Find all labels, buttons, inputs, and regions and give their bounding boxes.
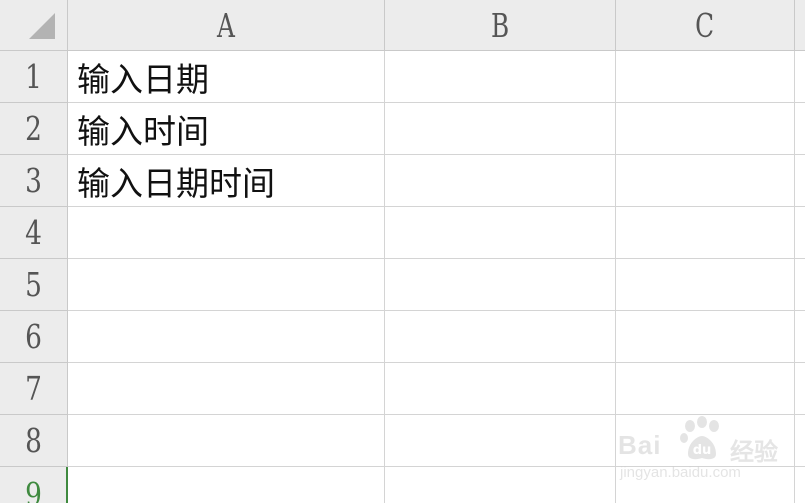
row-header-label: 4 [25, 213, 42, 252]
cell-c6[interactable] [616, 311, 795, 363]
row-header-8[interactable]: 8 [0, 415, 68, 467]
cell-c3[interactable] [616, 155, 795, 207]
cell-b2[interactable] [385, 103, 616, 155]
column-header-label: C [695, 5, 715, 45]
cell-c1[interactable] [616, 51, 795, 103]
column-header-a[interactable]: A [68, 0, 385, 51]
row-header-1[interactable]: 1 [0, 51, 68, 103]
cell-d9[interactable] [795, 467, 805, 503]
select-all-triangle-icon [29, 13, 55, 39]
cell-c8[interactable] [616, 415, 795, 467]
row-header-4[interactable]: 4 [0, 207, 68, 259]
cell-d7[interactable] [795, 363, 805, 415]
cell-c4[interactable] [616, 207, 795, 259]
column-header-b[interactable]: B [385, 0, 616, 51]
cell-d2[interactable] [795, 103, 805, 155]
row-header-2[interactable]: 2 [0, 103, 68, 155]
cell-d6[interactable] [795, 311, 805, 363]
cell-a3[interactable]: 输入日期时间 [68, 155, 385, 207]
cell-c2[interactable] [616, 103, 795, 155]
cell-b7[interactable] [385, 363, 616, 415]
cell-a1[interactable]: 输入日期 [68, 51, 385, 103]
cell-b5[interactable] [385, 259, 616, 311]
cell-b6[interactable] [385, 311, 616, 363]
cell-c9[interactable] [616, 467, 795, 503]
row-header-label: 1 [25, 57, 42, 96]
cell-a8[interactable] [68, 415, 385, 467]
cell-a7[interactable] [68, 363, 385, 415]
cell-a4[interactable] [68, 207, 385, 259]
select-all-button[interactable] [0, 0, 68, 51]
row-header-label: 9 [24, 475, 42, 503]
row-header-7[interactable]: 7 [0, 363, 68, 415]
column-header-d[interactable] [795, 0, 805, 51]
row-header-label: 2 [25, 109, 42, 148]
cell-d8[interactable] [795, 415, 805, 467]
cell-b4[interactable] [385, 207, 616, 259]
cell-c5[interactable] [616, 259, 795, 311]
cell-d1[interactable] [795, 51, 805, 103]
cell-a5[interactable] [68, 259, 385, 311]
cell-d3[interactable] [795, 155, 805, 207]
cell-c7[interactable] [616, 363, 795, 415]
cell-d4[interactable] [795, 207, 805, 259]
cell-d5[interactable] [795, 259, 805, 311]
row-header-3[interactable]: 3 [0, 155, 68, 207]
row-header-label: 7 [25, 369, 42, 408]
row-header-6[interactable]: 6 [0, 311, 68, 363]
cell-b1[interactable] [385, 51, 616, 103]
row-header-9[interactable]: 9 [0, 467, 68, 503]
row-header-5[interactable]: 5 [0, 259, 68, 311]
cell-b8[interactable] [385, 415, 616, 467]
column-header-c[interactable]: C [616, 0, 795, 51]
row-header-label: 8 [25, 421, 42, 460]
row-header-label: 3 [25, 161, 42, 200]
cell-b9[interactable] [385, 467, 616, 503]
spreadsheet-grid: A B C 1 2 3 4 5 6 7 8 9 输入日期 输入时间 输入日期时间 [0, 0, 805, 503]
cell-a6[interactable] [68, 311, 385, 363]
row-header-label: 6 [25, 317, 42, 356]
cell-b3[interactable] [385, 155, 616, 207]
row-header-label: 5 [25, 265, 42, 304]
cell-a9[interactable] [68, 467, 385, 503]
column-header-label: A [217, 5, 235, 45]
column-header-label: B [490, 5, 510, 45]
cell-a2[interactable]: 输入时间 [68, 103, 385, 155]
